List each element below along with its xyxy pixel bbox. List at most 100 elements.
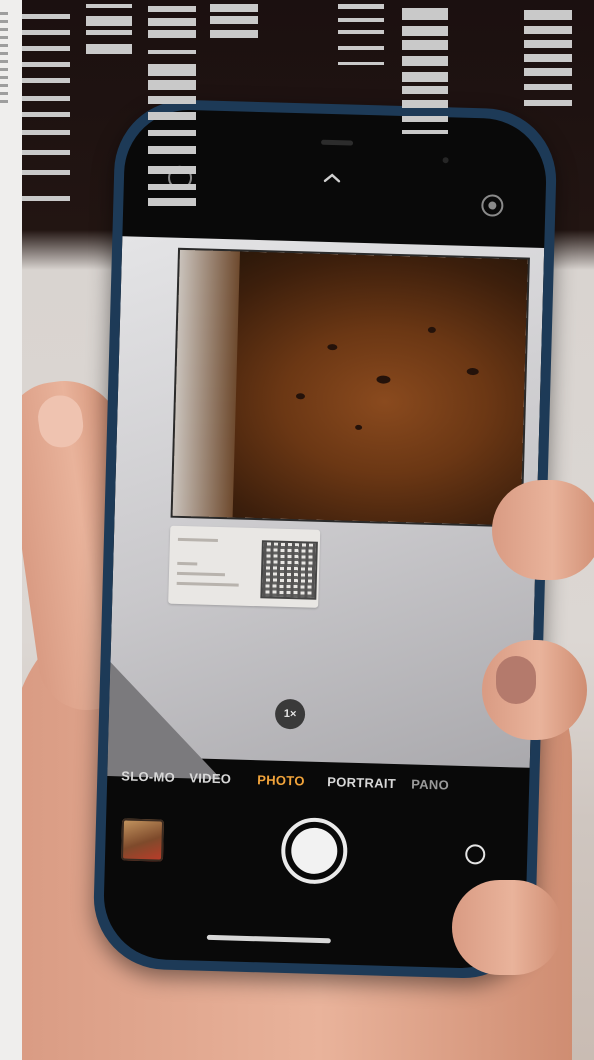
mode-photo[interactable]: PHOTO	[257, 772, 305, 788]
margin-tick	[0, 52, 8, 55]
speck	[427, 326, 436, 334]
redaction-bar	[338, 62, 384, 65]
redaction-bar	[148, 198, 196, 206]
redaction-bar	[22, 170, 70, 175]
left-margin-strip	[0, 0, 22, 1060]
redaction-bar	[402, 130, 448, 134]
camera-viewfinder[interactable]: 1×	[102, 236, 545, 780]
margin-tick	[0, 84, 8, 87]
camera-mode-selector[interactable]: SLO-MO VIDEO PHOTO PORTRAIT PANO	[107, 768, 530, 804]
finger-index	[492, 480, 594, 580]
redaction-bar	[338, 4, 384, 9]
qr-label-card	[168, 525, 321, 608]
redaction-bar	[86, 16, 132, 26]
redaction-bar	[86, 4, 132, 8]
mode-pano[interactable]: PANO	[411, 777, 449, 793]
speck	[355, 424, 363, 430]
margin-tick	[0, 12, 8, 15]
finger-nail	[496, 656, 536, 704]
redaction-bar	[338, 46, 384, 50]
redaction-bar	[22, 14, 70, 19]
redaction-bar	[148, 112, 196, 120]
label-card-line	[176, 581, 239, 587]
margin-tick	[0, 100, 8, 103]
finger-middle	[482, 640, 587, 740]
thumb-nail	[35, 392, 87, 451]
phone-body: 1× SLO-MO VIDEO PHOTO PORTRAIT PANO	[91, 97, 559, 981]
margin-tick	[0, 44, 8, 47]
redaction-bar	[524, 10, 572, 20]
redaction-bar	[22, 112, 70, 117]
redaction-bar	[22, 96, 70, 101]
mode-portrait[interactable]: PORTRAIT	[327, 774, 396, 791]
margin-tick	[0, 60, 8, 63]
redaction-bar	[148, 146, 196, 154]
margin-tick	[0, 92, 8, 95]
redaction-bar	[86, 44, 132, 54]
redaction-bar	[86, 30, 132, 35]
margin-tick	[0, 76, 8, 79]
photo-scene: 1× SLO-MO VIDEO PHOTO PORTRAIT PANO	[22, 0, 594, 1060]
redaction-bar	[210, 30, 258, 38]
redaction-bar	[338, 30, 384, 34]
margin-tick	[0, 20, 8, 23]
qr-code-icon	[260, 540, 318, 600]
redaction-bar	[210, 16, 258, 24]
margin-tick	[0, 68, 8, 71]
label-card-title	[177, 537, 218, 543]
redaction-bar	[148, 80, 196, 90]
mode-video[interactable]: VIDEO	[189, 770, 231, 786]
redaction-bar	[402, 56, 448, 66]
redaction-bar	[524, 26, 572, 34]
home-indicator	[206, 934, 331, 944]
redaction-bar	[22, 46, 70, 51]
redaction-bar	[402, 40, 448, 50]
speck	[295, 393, 306, 400]
redaction-bar	[22, 196, 70, 201]
redaction-bar	[22, 78, 70, 83]
live-photo-icon[interactable]	[481, 194, 504, 217]
earpiece-speaker	[321, 139, 354, 146]
redaction-bar	[148, 50, 196, 54]
redaction-bar	[402, 116, 448, 122]
finger-ring	[452, 880, 562, 975]
speck	[327, 343, 338, 351]
redaction-bar	[402, 100, 448, 108]
redaction-bar	[210, 4, 258, 12]
chevron-up-icon[interactable]	[320, 170, 345, 192]
photo-print	[172, 249, 528, 526]
shutter-ring[interactable]	[280, 816, 349, 885]
redaction-bar	[402, 8, 448, 20]
redaction-bar	[148, 96, 196, 104]
speck	[376, 375, 391, 384]
margin-tick	[0, 28, 8, 31]
front-camera	[442, 157, 449, 164]
redaction-bar	[22, 30, 70, 35]
speck	[466, 367, 479, 376]
mode-slo-mo[interactable]: SLO-MO	[121, 768, 175, 784]
redaction-bar	[524, 54, 572, 62]
margin-tick	[0, 36, 8, 39]
redaction-bar	[148, 6, 196, 12]
redaction-bar	[148, 130, 196, 136]
redaction-bar	[22, 130, 70, 135]
flip-camera-icon[interactable]	[464, 844, 486, 865]
redaction-bar	[524, 100, 572, 106]
last-photo-thumbnail[interactable]	[120, 818, 165, 862]
redaction-bar	[148, 166, 196, 174]
redaction-bar	[148, 18, 196, 26]
redaction-bar	[148, 184, 196, 190]
redaction-bar	[402, 72, 448, 82]
print-edge	[172, 249, 240, 518]
redaction-bar	[338, 18, 384, 22]
redaction-bar	[524, 84, 572, 90]
shutter-button[interactable]	[290, 827, 338, 875]
zoom-button[interactable]: 1×	[274, 698, 306, 730]
redaction-bar	[148, 30, 196, 38]
phone-screen: 1× SLO-MO VIDEO PHOTO PORTRAIT PANO	[102, 108, 548, 970]
redaction-bar	[524, 40, 572, 48]
redaction-bar	[524, 68, 572, 76]
shadow	[102, 655, 225, 780]
redaction-bar	[22, 150, 70, 155]
redaction-bar	[402, 86, 448, 94]
